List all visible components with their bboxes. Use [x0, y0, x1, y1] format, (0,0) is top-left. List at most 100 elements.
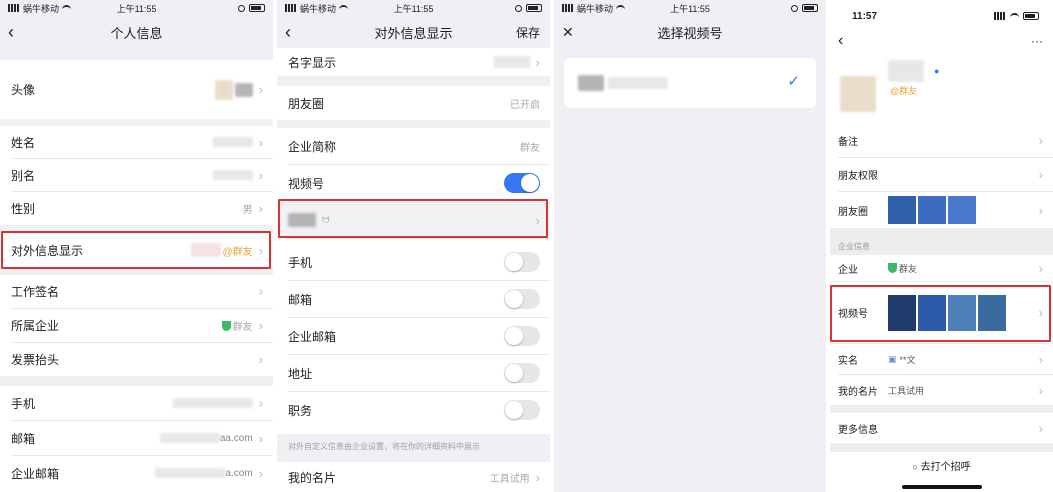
avatar[interactable]: [840, 76, 876, 112]
row-remark[interactable]: 备注 ›: [830, 124, 1053, 157]
status-time: 11:57: [852, 10, 878, 22]
row-work-sign[interactable]: 工作签名 ›: [0, 275, 273, 308]
row-real-name[interactable]: 实名 ▣ **文 ›: [830, 344, 1053, 374]
row-moments[interactable]: 朋友圈 ›: [830, 192, 1053, 228]
wifi-icon: [339, 4, 349, 12]
carrier-label: 蜗牛移动: [300, 3, 337, 14]
contact-name-blur: [888, 60, 924, 82]
chevron-right-icon: ›: [535, 54, 540, 70]
row-corp-email[interactable]: 企业邮箱 a.com ›: [0, 456, 273, 490]
chevron-right-icon: ›: [1038, 351, 1043, 367]
row-my-card[interactable]: 我的名片 工具试用 ›: [277, 462, 550, 492]
battery-icon: [249, 4, 266, 12]
row-label: 更多信息: [838, 424, 878, 436]
external-display-screen: 蜗牛移动 上午11:55 ‹ 对外信息显示 保存 名字显示 › 朋友圈 已开启 …: [277, 0, 550, 492]
row-my-card[interactable]: 我的名片 工具试用 ›: [830, 375, 1053, 405]
highlight-box: [830, 285, 1051, 342]
gender-value: 男: [242, 205, 253, 216]
video-toggle[interactable]: [504, 173, 540, 193]
address-toggle[interactable]: [504, 363, 540, 383]
footnote: 对外自定义信息由企业设置，将在你的详细资料中展示: [288, 442, 480, 451]
row-name[interactable]: 姓名 ›: [0, 126, 273, 158]
section-label: 企业信息: [838, 242, 870, 251]
profile-header: ‹ ··· ● @群友: [830, 32, 1053, 124]
greet-button[interactable]: ○ 去打个招呼: [830, 458, 1053, 473]
video-avatar-blur: [578, 75, 604, 91]
verified-shield-icon: [221, 320, 231, 331]
row-moments[interactable]: 朋友圈 已开启: [277, 86, 550, 120]
rotation-lock-icon: [238, 4, 246, 12]
nav-bar: ‹ 个人信息: [0, 16, 273, 48]
name-display-blur: [493, 56, 530, 68]
card-value: 工具试用: [489, 473, 530, 485]
personal-info-screen: 蜗牛移动 上午11:55 ‹ 个人信息 头像 › 姓名 › 别名 › 性别 男: [0, 0, 273, 492]
row-email[interactable]: 邮箱 aa.com ›: [0, 421, 273, 455]
rotation-lock-icon: [790, 4, 798, 12]
moments-section: 朋友圈 已开启: [277, 86, 550, 120]
row-label: 姓名: [11, 135, 36, 150]
row-company[interactable]: 所属企业 群友 ›: [0, 309, 273, 342]
phone-toggle[interactable]: [504, 252, 540, 272]
chevron-right-icon: ›: [1038, 420, 1043, 436]
close-icon[interactable]: ✕: [562, 24, 574, 41]
row-alias[interactable]: 别名 ›: [0, 159, 273, 191]
card-section: 我的名片 工具试用 ›: [277, 462, 550, 492]
row-job[interactable]: 职务: [277, 392, 550, 428]
fields-section: 企业简称 群友 视频号 ᗢ › 手机 邮箱 企业邮箱 地址 职务: [277, 128, 550, 434]
wifi-icon: [62, 4, 72, 12]
row-corp-short[interactable]: 企业简称 群友: [277, 128, 550, 164]
row-label: 朋友权限: [838, 171, 878, 182]
home-indicator: [902, 485, 982, 489]
save-button[interactable]: 保存: [516, 24, 540, 41]
row-label: 企业邮箱: [288, 329, 337, 344]
corp-email-toggle[interactable]: [504, 326, 540, 346]
row-label: 企业简称: [288, 139, 337, 154]
row-corp[interactable]: 企业 群友 ›: [830, 255, 1053, 281]
video-account-card[interactable]: ✓: [564, 58, 816, 108]
status-bar: 蜗牛移动 上午11:55: [554, 0, 826, 16]
rotation-lock-icon: [515, 4, 523, 12]
row-label: 地址: [288, 366, 313, 381]
chat-bubble-icon: ○: [912, 462, 918, 472]
more-icon[interactable]: ···: [1031, 34, 1043, 48]
email-toggle[interactable]: [504, 289, 540, 309]
row-label: 朋友圈: [838, 206, 868, 218]
back-icon[interactable]: ‹: [838, 32, 843, 50]
row-label: 备注: [838, 137, 858, 148]
wifi-icon: [616, 4, 626, 12]
row-gender[interactable]: 性别 男 ›: [0, 192, 273, 225]
chevron-right-icon: ›: [258, 134, 263, 150]
status-bar: 蜗牛移动 上午11:55: [0, 0, 273, 16]
signal-icon: [8, 4, 20, 12]
highlight-box: [1, 231, 271, 269]
highlight-box: [278, 199, 548, 238]
row-video[interactable]: 视频号: [277, 165, 550, 201]
chevron-right-icon: ›: [1038, 382, 1043, 398]
row-label: 视频号: [288, 176, 325, 191]
row-label: 朋友圈: [288, 96, 325, 111]
select-video-screen: 蜗牛移动 上午11:55 ✕ 选择视频号 ✓: [554, 0, 826, 492]
work-section: 工作签名 › 所属企业 群友 › 发票抬头 ›: [0, 275, 273, 376]
row-phone[interactable]: 手机: [277, 244, 550, 280]
row-label: 手机: [288, 255, 313, 270]
email-value-blur: [159, 433, 220, 443]
row-name-display[interactable]: 名字显示 ›: [277, 48, 550, 76]
row-address[interactable]: 地址: [277, 355, 550, 391]
chevron-right-icon: ›: [1038, 260, 1043, 276]
bottom-action: ○ 去打个招呼: [830, 452, 1053, 492]
row-phone[interactable]: 手机 ›: [0, 386, 273, 420]
job-toggle[interactable]: [504, 400, 540, 420]
name-value-blur: [212, 137, 253, 147]
row-more-info[interactable]: 更多信息 ›: [830, 413, 1053, 443]
row-invoice[interactable]: 发票抬头 ›: [0, 343, 273, 376]
contact-section: 手机 › 邮箱 aa.com › 企业邮箱 a.com ›: [0, 386, 273, 492]
row-avatar[interactable]: 头像 ›: [0, 60, 273, 119]
row-permission[interactable]: 朋友权限 ›: [830, 158, 1053, 191]
back-icon[interactable]: ‹: [8, 22, 14, 43]
row-email[interactable]: 邮箱: [277, 281, 550, 317]
row-corp-email[interactable]: 企业邮箱: [277, 318, 550, 354]
back-icon[interactable]: ‹: [285, 22, 291, 43]
person-icon: ●: [934, 66, 940, 76]
card-value: 工具试用: [888, 385, 925, 396]
page-title: 选择视频号: [657, 25, 723, 41]
